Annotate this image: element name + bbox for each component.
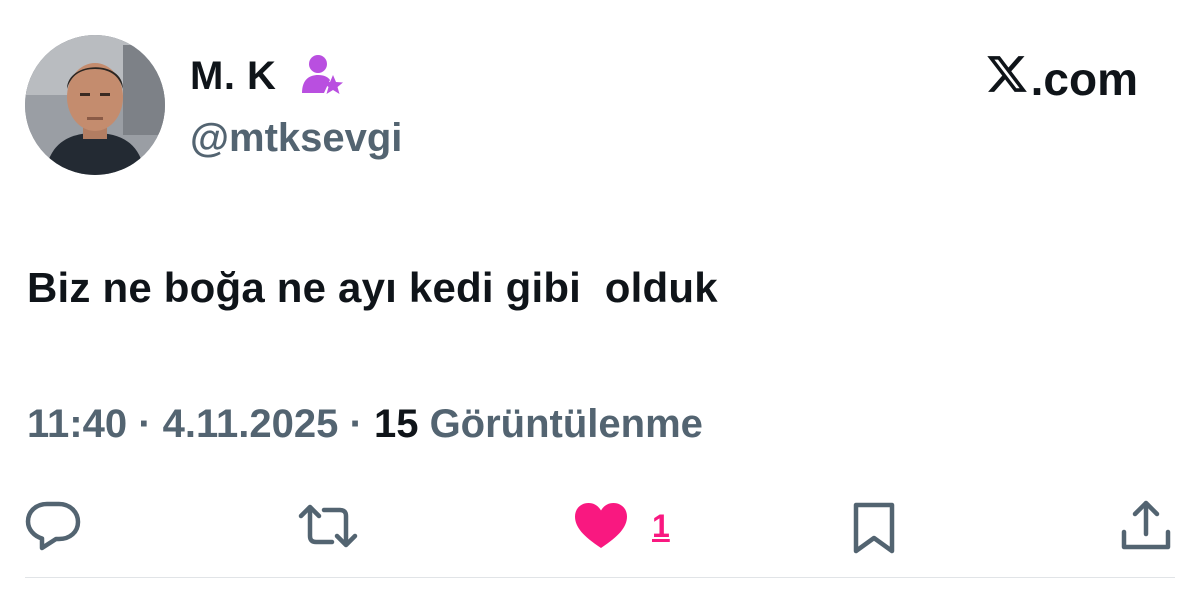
like-button[interactable]: 1 xyxy=(574,502,670,550)
repost-button[interactable] xyxy=(298,503,358,549)
repost-arrows-icon xyxy=(298,503,358,549)
bookmark-button[interactable] xyxy=(852,501,896,555)
heart-filled-icon xyxy=(574,502,628,550)
share-button[interactable] xyxy=(1120,500,1172,552)
share-upload-icon xyxy=(1120,500,1172,552)
tweet-card: M. K @mtksevgi .com Biz ne boğa ne ayı k… xyxy=(0,0,1200,595)
bookmark-icon xyxy=(852,501,896,555)
action-bar: 1 xyxy=(0,0,1200,595)
divider xyxy=(25,577,1175,578)
reply-bubble-icon xyxy=(25,500,81,552)
like-count[interactable]: 1 xyxy=(652,506,670,546)
reply-button[interactable] xyxy=(25,500,81,552)
